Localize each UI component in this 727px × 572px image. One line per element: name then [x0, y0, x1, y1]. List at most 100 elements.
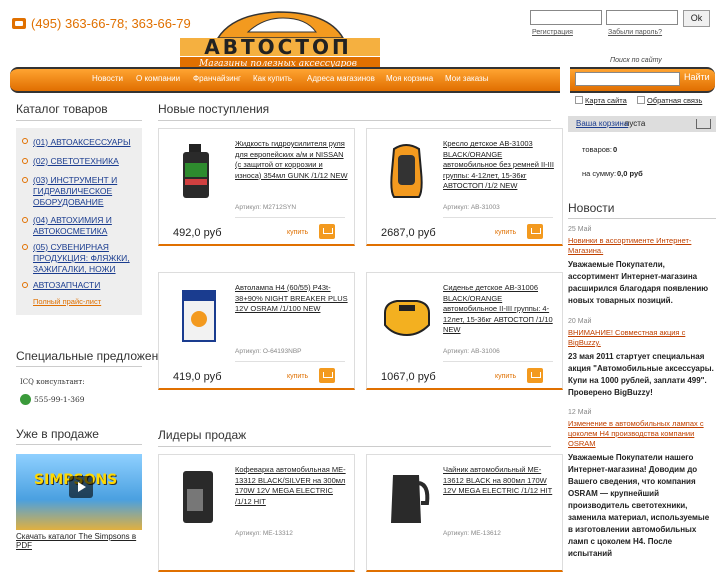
price-list-link[interactable]: Полный прайс-лист: [33, 297, 101, 306]
nav-franchise[interactable]: Франчайзинг: [193, 74, 241, 83]
product-article: Артикул: O-64193NBP: [235, 348, 302, 355]
basket-status: пуста: [625, 119, 646, 128]
category-item[interactable]: (04) АВТОХИМИЯ И АВТОКОСМЕТИКА: [33, 215, 138, 237]
category-item[interactable]: (01) АВТОАКСЕССУАРЫ: [33, 137, 138, 148]
news-link[interactable]: ВНИМАНИЕ! Совместная акция с BigBuzzy.: [568, 328, 716, 348]
news-date: 25 Май: [568, 226, 592, 233]
nav-how-to-buy[interactable]: Как купить: [253, 74, 292, 83]
sum-value: 0,0 руб: [617, 169, 643, 178]
phone-icon: [12, 18, 26, 29]
product-image[interactable]: [379, 285, 434, 345]
basket-header: Ваша корзина пуста: [568, 116, 716, 132]
cart-icon[interactable]: [319, 224, 335, 239]
cart-icon[interactable]: [527, 224, 543, 239]
search-input[interactable]: [575, 72, 680, 86]
category-item[interactable]: (02) СВЕТОТЕХНИКА: [33, 156, 138, 167]
product-name[interactable]: Кресло детское AB-31003 BLACK/ORANGE авт…: [443, 139, 558, 192]
items-value: 0: [613, 145, 618, 154]
buy-link[interactable]: купить: [495, 229, 516, 236]
news-text: Уважаемые Покупатели, ассортимент Интерн…: [568, 260, 709, 305]
product-name[interactable]: Чайник автомобильный ME-13612 BLACK на 8…: [443, 465, 558, 497]
divider: [235, 217, 345, 218]
search-button[interactable]: Найти: [684, 72, 710, 82]
mail-icon: [637, 96, 645, 104]
login-button[interactable]: Ok: [683, 10, 710, 27]
news-title: Новости: [568, 201, 615, 215]
product-article: Артикул: AB-31006: [443, 348, 500, 355]
buy-link[interactable]: купить: [495, 373, 516, 380]
sitemap-link[interactable]: Карта сайта: [585, 96, 627, 105]
product-article: Артикул: AB-31003: [443, 204, 500, 211]
divider: [443, 217, 553, 218]
product-article: Артикул: M2712SYN: [235, 204, 297, 211]
product-image[interactable]: [171, 285, 226, 345]
basket-link[interactable]: Ваша корзина: [576, 119, 628, 128]
product-name[interactable]: Кофеварка автомобильная ME-13312 BLACK/S…: [235, 465, 350, 507]
divider: [158, 120, 551, 121]
product-name[interactable]: Автолампа H4 (60/55) P43t-38+90% NIGHT B…: [235, 283, 350, 315]
product-image[interactable]: [379, 467, 434, 527]
svg-text:АВТОСТОП: АВТОСТОП: [204, 35, 351, 59]
site-logo[interactable]: АВТОСТОП Магазины полезных аксессуаров: [178, 8, 383, 70]
nav-my-orders[interactable]: Мои заказы: [445, 74, 488, 83]
icq-flower-icon: [20, 394, 31, 405]
on-sale-title: Уже в продаже: [16, 427, 99, 441]
product-card: Кресло детское AB-31003 BLACK/ORANGE авт…: [366, 128, 563, 246]
register-link[interactable]: Регистрация: [532, 29, 573, 36]
nav-shops[interactable]: Адреса магазинов: [307, 74, 375, 83]
news-link[interactable]: Изменение в автомобильных лампах с цокол…: [568, 419, 716, 449]
product-card: Кофеварка автомобильная ME-13312 BLACK/S…: [158, 454, 355, 572]
news-link[interactable]: Новинки в ассортименте Интернет-Магазина…: [568, 236, 716, 256]
feedback-link[interactable]: Обратная связь: [647, 96, 702, 105]
icq-label: ICQ консультант:: [20, 378, 85, 386]
buy-link[interactable]: купить: [287, 229, 308, 236]
divider: [443, 361, 553, 362]
product-image[interactable]: [171, 141, 226, 201]
divider: [158, 446, 551, 447]
play-icon[interactable]: [69, 476, 93, 498]
forgot-password-link[interactable]: Забыли пароль?: [608, 29, 662, 36]
product-image[interactable]: [379, 141, 434, 201]
bullet-icon: [22, 217, 28, 223]
category-list: (01) АВТОАКСЕССУАРЫ (02) СВЕТОТЕХНИКА (0…: [16, 128, 142, 315]
news-date: 20 Май: [568, 318, 592, 325]
specials-title: Специальные предложения: [16, 349, 172, 363]
search-hint: Поиск по сайту: [610, 57, 662, 64]
download-catalog-link[interactable]: Скачать каталог The Simpsons в PDF: [16, 532, 142, 550]
cart-icon[interactable]: [527, 368, 543, 383]
nav-about[interactable]: О компании: [136, 74, 180, 83]
product-image[interactable]: [171, 467, 226, 527]
news-item: 12 Май Изменение в автомобильных лампах …: [568, 409, 716, 560]
bullet-icon: [22, 158, 28, 164]
bullet-icon: [22, 244, 28, 250]
product-card: Жидкость гидроусилителя руля для европей…: [158, 128, 355, 246]
sitemap-icon: [575, 96, 583, 104]
divider: [568, 218, 716, 219]
sum-label: на сумму:: [582, 169, 617, 178]
product-article: Артикул: ME-13312: [235, 530, 293, 537]
video-thumbnail[interactable]: SIMPSONS: [16, 454, 142, 530]
news-text: 23 мая 2011 стартует специальная акция "…: [568, 352, 714, 397]
news-item: 25 Май Новинки в ассортименте Интернет-М…: [568, 226, 716, 307]
buy-link[interactable]: купить: [287, 373, 308, 380]
login-input[interactable]: [530, 10, 602, 25]
category-item[interactable]: (03) ИНСТРУМЕНТ И ГИДРАВЛИЧЕСКОЕ ОБОРУДО…: [33, 175, 138, 208]
category-item[interactable]: АВТОЗАПЧАСТИ: [33, 280, 138, 291]
nav-news[interactable]: Новости: [92, 74, 123, 83]
bullet-icon: [22, 282, 28, 288]
divider: [235, 361, 345, 362]
product-article: Артикул: ME-13612: [443, 530, 501, 537]
password-input[interactable]: [606, 10, 678, 25]
bullet-icon: [22, 138, 28, 144]
divider: [16, 366, 142, 367]
divider: [16, 120, 142, 121]
nav-my-basket[interactable]: Моя корзина: [386, 74, 433, 83]
phone-number: (495) 363-66-78; 363-66-79: [12, 16, 191, 31]
product-name[interactable]: Жидкость гидроусилителя руля для европей…: [235, 139, 350, 181]
main-nav: Новости О компании Франчайзинг Как купит…: [10, 67, 560, 93]
product-name[interactable]: Сиденье детское AB-31006 BLACK/ORANGE ав…: [443, 283, 558, 336]
cart-icon[interactable]: [319, 368, 335, 383]
divider: [16, 444, 142, 445]
basket-icon[interactable]: [696, 119, 711, 129]
category-item[interactable]: (05) СУВЕНИРНАЯ ПРОДУКЦИЯ: ФЛЯЖКИ, ЗАЖИГ…: [33, 242, 138, 275]
